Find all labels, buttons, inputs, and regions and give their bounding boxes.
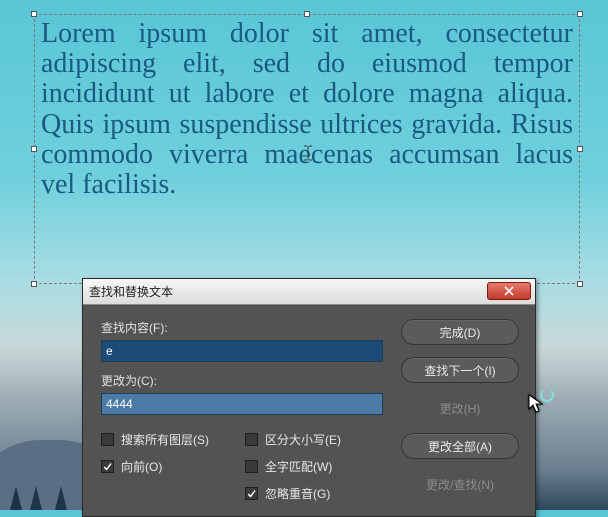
checkbox-box	[245, 460, 258, 473]
find-next-button[interactable]: 查找下一个(I)	[401, 357, 519, 383]
checkbox-forward[interactable]: 向前(O)	[101, 458, 209, 475]
checkbox-box	[245, 487, 258, 500]
checkbox-ignore-accents[interactable]: 忽略重音(G)	[245, 485, 341, 502]
checkbox-label: 区分大小写(E)	[265, 431, 341, 448]
replace-label: 更改为(C):	[101, 372, 383, 389]
checkbox-label: 向前(O)	[121, 458, 162, 475]
checkbox-label: 全字匹配(W)	[265, 458, 332, 475]
dialog-titlebar[interactable]: 查找和替换文本	[83, 279, 535, 305]
paragraph-text[interactable]: Lorem ipsum dolor sit amet, consec­tetur…	[41, 19, 573, 200]
checkbox-label: 忽略重音(G)	[265, 485, 330, 502]
replace-input[interactable]	[101, 393, 383, 415]
checkbox-search-all-layers[interactable]: 搜索所有图层(S)	[101, 431, 209, 448]
handle-top-right[interactable]	[577, 11, 583, 17]
close-icon	[504, 286, 514, 296]
handle-top-left[interactable]	[31, 11, 37, 17]
dialog-title: 查找和替换文本	[89, 283, 173, 300]
checkbox-box	[101, 460, 114, 473]
change-button: 更改(H)	[401, 395, 519, 421]
find-input[interactable]	[101, 340, 383, 362]
done-button[interactable]: 完成(D)	[401, 319, 519, 345]
checkbox-whole-word[interactable]: 全字匹配(W)	[245, 458, 341, 475]
text-cursor-icon	[302, 145, 314, 166]
checkbox-case-sensitive[interactable]: 区分大小写(E)	[245, 431, 341, 448]
handle-mid-right[interactable]	[577, 146, 583, 152]
checkbox-label: 搜索所有图层(S)	[121, 431, 209, 448]
change-all-button[interactable]: 更改全部(A)	[401, 433, 519, 459]
find-replace-dialog: 查找和替换文本 查找内容(F): 更改为(C): 搜索所有图层(S) 向前(O	[82, 278, 536, 517]
checkbox-box	[245, 433, 258, 446]
handle-top-mid[interactable]	[304, 11, 310, 17]
find-label: 查找内容(F):	[101, 319, 383, 336]
checkbox-box	[101, 433, 114, 446]
close-button[interactable]	[487, 282, 531, 300]
mouse-cursor-icon	[528, 394, 544, 414]
handle-mid-left[interactable]	[31, 146, 37, 152]
handle-bot-right[interactable]	[577, 281, 583, 287]
handle-bot-left[interactable]	[31, 281, 37, 287]
change-find-button: 更改/查找(N)	[401, 471, 519, 497]
